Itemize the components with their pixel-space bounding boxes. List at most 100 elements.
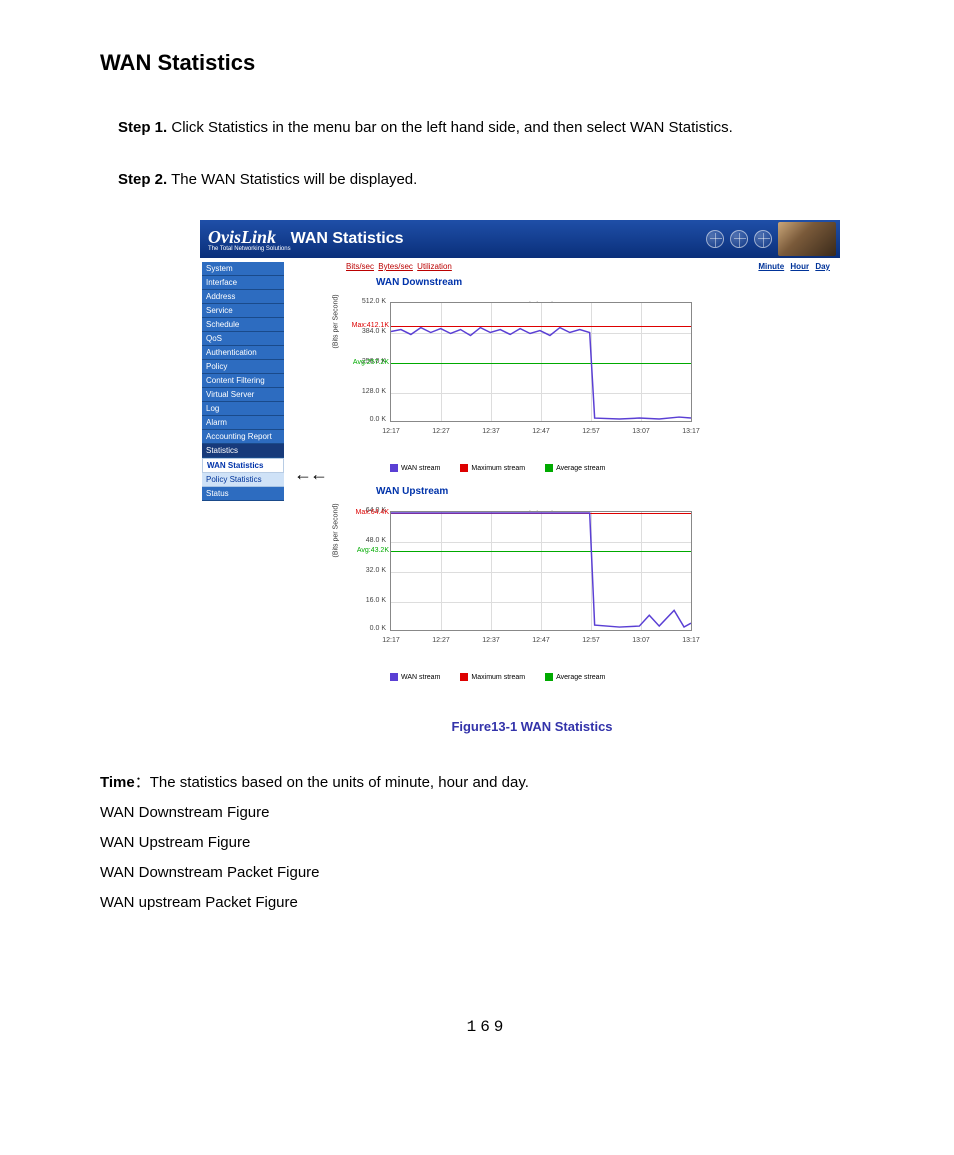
- chart2-ytick-2: 32.0 K: [346, 567, 386, 574]
- chart2-xtick-1: 12:27: [432, 637, 450, 644]
- legend-avg: Average stream: [556, 674, 605, 681]
- step-1-text: Click Statistics in the menu bar on the …: [171, 119, 732, 136]
- page-title: WAN Statistics: [291, 230, 404, 248]
- chart1-xtick-1: 12:27: [432, 428, 450, 435]
- sidebar-item-authentication[interactable]: Authentication: [202, 346, 284, 360]
- globe-icon: [730, 230, 748, 248]
- chart2-legend: WAN stream Maximum stream Average stream: [390, 673, 830, 681]
- chart1-avg-label: Avg:257.2K: [347, 359, 389, 366]
- legend-max: Maximum stream: [471, 465, 525, 472]
- chart1-xtick-5: 13:07: [632, 428, 650, 435]
- chart2-title: WAN Upstream: [376, 486, 830, 497]
- time-text: The statistics based on the units of min…: [150, 774, 529, 791]
- chart1-xtick-0: 12:17: [382, 428, 400, 435]
- chart1-ytick-1: 384.0 K: [346, 328, 386, 335]
- legend-avg: Average stream: [556, 465, 605, 472]
- note-line-3: WAN Downstream Packet Figure: [100, 858, 874, 888]
- chart1-legend: WAN stream Maximum stream Average stream: [390, 464, 830, 472]
- chart1-xtick-6: 13:17: [682, 428, 700, 435]
- sidebar-item-alarm[interactable]: Alarm: [202, 416, 284, 430]
- sidebar-item-statistics[interactable]: Statistics: [202, 444, 284, 458]
- chart2-xtick-5: 13:07: [632, 637, 650, 644]
- time-links: Minute Hour Day: [754, 262, 830, 271]
- chart2-xtick-0: 12:17: [382, 637, 400, 644]
- main-content: Bits/sec Bytes/sec Utilization Minute Ho…: [286, 258, 840, 705]
- chart1-y-label: (Bits per Second): [333, 294, 340, 348]
- banner-photo: [778, 222, 836, 256]
- chart1-ytick-0: 512.0 K: [346, 298, 386, 305]
- figure-caption: Figure13-1 WAN Statistics: [190, 719, 874, 734]
- arrow-annotation: ←←: [294, 464, 326, 485]
- link-hour[interactable]: Hour: [790, 262, 809, 271]
- sidebar-item-status[interactable]: Status: [202, 487, 284, 501]
- app-banner: OvisLink The Total Networking Solutions …: [200, 220, 840, 258]
- sidebar-sub-wan-statistics[interactable]: WAN Statistics: [202, 458, 284, 473]
- chart2-xtick-6: 13:17: [682, 637, 700, 644]
- step-2-text: The WAN Statistics will be displayed.: [171, 171, 417, 188]
- link-day[interactable]: Day: [815, 262, 830, 271]
- chart2-xtick-2: 12:37: [482, 637, 500, 644]
- step-1: Step 1. Click Statistics in the menu bar…: [118, 116, 874, 140]
- step-2-label: Step 2.: [118, 171, 167, 188]
- top-links-row: Bits/sec Bytes/sec Utilization Minute Ho…: [346, 262, 830, 271]
- sidebar-item-policy[interactable]: Policy: [202, 360, 284, 374]
- chart2-ytick-4: 0.0 K: [346, 625, 386, 632]
- steps-list: Step 1. Click Statistics in the menu bar…: [118, 116, 874, 192]
- chart2-trace: [391, 512, 691, 630]
- sidebar-item-qos[interactable]: QoS: [202, 332, 284, 346]
- chart-wan-downstream: WAN Downstream (Bits per Second) 512.0 K…: [346, 277, 830, 472]
- chart1-xtick-3: 12:47: [532, 428, 550, 435]
- chart1-title: WAN Downstream: [376, 277, 830, 288]
- sidebar-item-interface[interactable]: Interface: [202, 276, 284, 290]
- chart2-xtick-3: 12:47: [532, 637, 550, 644]
- chart2-xtick-4: 12:57: [582, 637, 600, 644]
- step-1-label: Step 1.: [118, 119, 167, 136]
- section-title: WAN Statistics: [100, 50, 874, 76]
- sidebar-item-service[interactable]: Service: [202, 304, 284, 318]
- note-line-4: WAN upstream Packet Figure: [100, 888, 874, 918]
- chart2-avg-label: Avg:43.2K: [347, 547, 389, 554]
- unit-links: Bits/sec Bytes/sec Utilization: [346, 262, 454, 271]
- note-line-1: WAN Downstream Figure: [100, 798, 874, 828]
- brand-tagline: The Total Networking Solutions: [208, 246, 291, 252]
- chart2-plot-area: Max:64.4K Avg:43.2K 12:17 12:27 12:37 12…: [390, 511, 692, 631]
- legend-wan: WAN stream: [401, 465, 440, 472]
- time-label: Time: [100, 774, 135, 791]
- sidebar-nav: System Interface Address Service Schedul…: [200, 258, 286, 705]
- brand-logo: OvisLink: [208, 227, 276, 247]
- legend-wan: WAN stream: [401, 674, 440, 681]
- chart1-max-label: Max:412.1K: [347, 322, 389, 329]
- sidebar-item-virtual-server[interactable]: Virtual Server: [202, 388, 284, 402]
- chart-wan-upstream: WAN Upstream (Bits per Second) 64.0 K 48…: [346, 486, 830, 681]
- link-bytes-sec[interactable]: Bytes/sec: [378, 262, 413, 271]
- embedded-screenshot: OvisLink The Total Networking Solutions …: [200, 220, 874, 705]
- chart2-ytick-1: 48.0 K: [346, 537, 386, 544]
- sidebar-item-log[interactable]: Log: [202, 402, 284, 416]
- chart1-ytick-4: 0.0 K: [346, 416, 386, 423]
- chart1-ytick-3: 128.0 K: [346, 388, 386, 395]
- chart2-y-label: (Bits per Second): [333, 503, 340, 557]
- notes-section: Time：The statistics based on the units o…: [100, 768, 874, 918]
- sidebar-item-system[interactable]: System: [202, 262, 284, 276]
- chart1-xtick-2: 12:37: [482, 428, 500, 435]
- sidebar-sub-policy-statistics[interactable]: Policy Statistics: [202, 473, 284, 487]
- legend-max: Maximum stream: [471, 674, 525, 681]
- sidebar-item-schedule[interactable]: Schedule: [202, 318, 284, 332]
- globe-icon: [754, 230, 772, 248]
- globe-icon: [706, 230, 724, 248]
- link-bits-sec[interactable]: Bits/sec: [346, 262, 374, 271]
- note-line-2: WAN Upstream Figure: [100, 828, 874, 858]
- chart1-xtick-4: 12:57: [582, 428, 600, 435]
- chart2-ytick-3: 16.0 K: [346, 597, 386, 604]
- link-utilization[interactable]: Utilization: [417, 262, 452, 271]
- chart1-plot-area: Max:412.1K Avg:257.2K 12:17 12:27 12:37 …: [390, 302, 692, 422]
- sidebar-item-content-filtering[interactable]: Content Filtering: [202, 374, 284, 388]
- sidebar-item-accounting-report[interactable]: Accounting Report: [202, 430, 284, 444]
- time-sep: ：: [135, 774, 150, 791]
- page-number: 169: [100, 1018, 874, 1036]
- chart2-max-label: Max:64.4K: [347, 509, 389, 516]
- sidebar-item-address[interactable]: Address: [202, 290, 284, 304]
- chart1-trace: [391, 303, 691, 421]
- step-2: Step 2. The WAN Statistics will be displ…: [118, 168, 874, 192]
- link-minute[interactable]: Minute: [758, 262, 784, 271]
